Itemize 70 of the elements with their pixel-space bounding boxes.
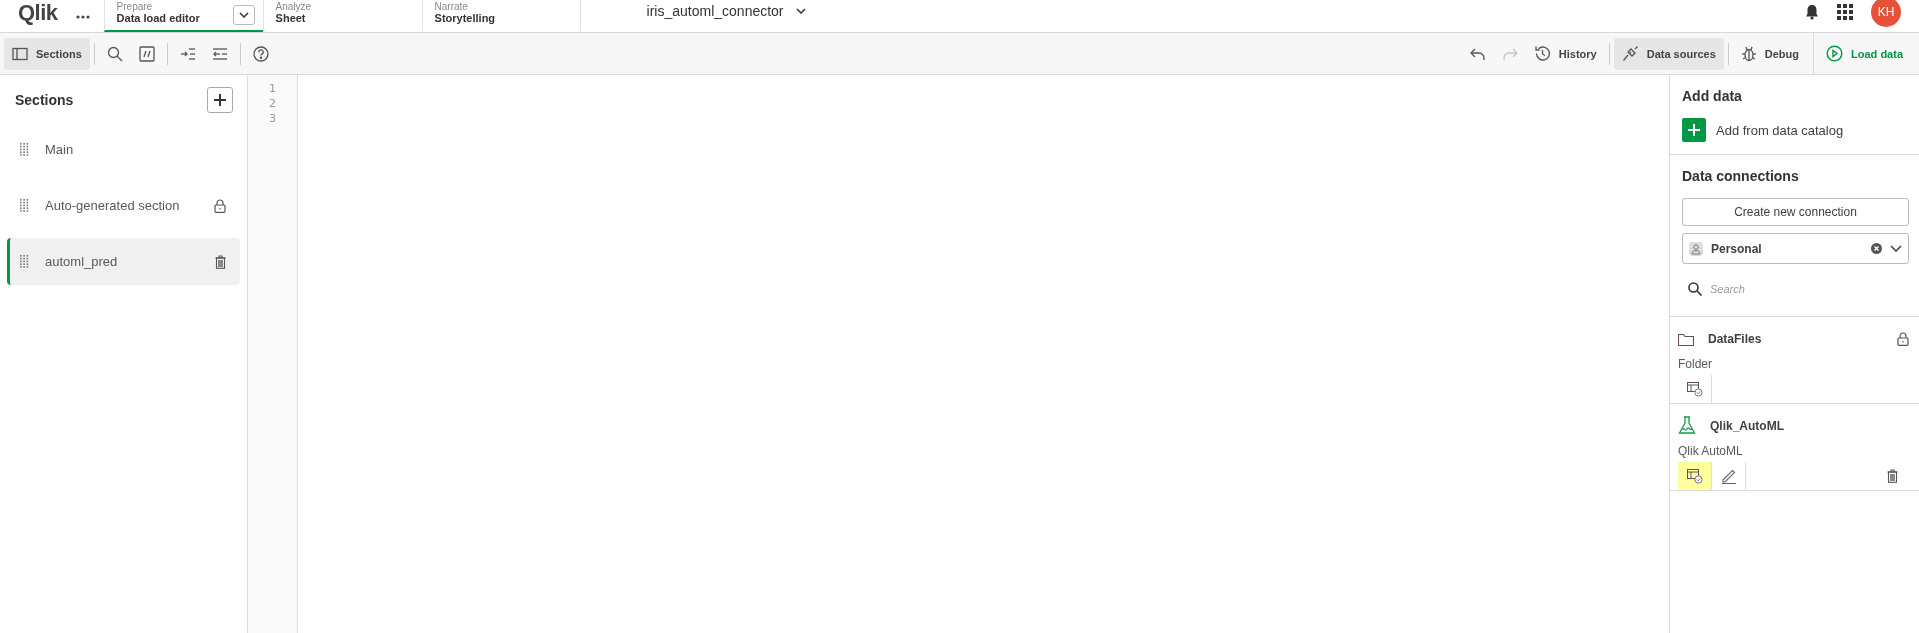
section-label: Main — [45, 142, 75, 157]
section-title: Data connections — [1682, 168, 1800, 184]
search-icon — [1688, 282, 1702, 296]
line-number: 3 — [268, 111, 277, 126]
tab-group-label: Analyze — [275, 2, 313, 12]
create-connection-button[interactable]: Create new connection — [1682, 198, 1909, 226]
toolbar-button[interactable]: Debug — [1732, 37, 1808, 70]
trash-icon — [1886, 469, 1898, 483]
chevron-down-icon — [238, 12, 249, 18]
drag-handle-icon[interactable] — [20, 199, 29, 212]
pencil-icon — [1720, 468, 1737, 484]
navigation-tab[interactable]: Analyze Sheet — [262, 0, 422, 32]
help-icon — [252, 45, 269, 62]
section-item[interactable]: Main — [7, 126, 240, 173]
play-icon — [1826, 45, 1844, 62]
logo: Qlik — [18, 0, 58, 26]
sections-icon — [12, 46, 28, 61]
panel-title: Add data — [1682, 88, 1743, 104]
app-title[interactable]: iris_automl_connector — [646, 3, 784, 19]
toolbar-button[interactable]: Sections — [4, 37, 90, 70]
connection-type: Qlik AutoML — [1678, 444, 1744, 458]
comment-icon — [138, 45, 155, 62]
space-dropdown[interactable]: Personal — [1682, 233, 1909, 264]
connection-name[interactable]: DataFiles — [1708, 332, 1883, 346]
folder-icon — [1678, 332, 1694, 346]
drag-handle-icon[interactable] — [20, 143, 29, 156]
toolbar-button[interactable]: History — [1525, 37, 1605, 70]
apps-grid-icon[interactable] — [1837, 4, 1853, 20]
tab-label: Data load editor — [116, 12, 201, 24]
search-icon — [106, 45, 123, 62]
section-item[interactable]: Auto-generated section — [7, 182, 240, 229]
table-select-icon — [1686, 381, 1703, 397]
user-avatar[interactable]: KH — [1871, 0, 1901, 27]
plug-icon — [1621, 45, 1639, 62]
indent-icon — [179, 46, 196, 61]
chevron-down-icon[interactable] — [795, 8, 806, 14]
add-from-catalog-button[interactable]: Add from data catalog — [1682, 118, 1844, 142]
dots-icon — [75, 14, 90, 19]
bell-icon[interactable] — [1805, 4, 1819, 20]
outdent-icon — [211, 46, 228, 61]
table-select-icon — [1686, 468, 1703, 484]
navigation-tab[interactable]: Narrate Storytelling — [421, 0, 581, 32]
flask-icon — [1678, 416, 1696, 436]
tab-group-label: Narrate — [434, 2, 469, 12]
add-section-button[interactable] — [207, 87, 233, 113]
section-label: automl_pred — [45, 254, 119, 269]
tab-label: Sheet — [275, 12, 307, 24]
line-number: 1 — [268, 81, 277, 96]
panel-title: Sections — [15, 92, 74, 108]
connection-name[interactable]: Qlik_AutoML — [1710, 419, 1909, 433]
line-number: 2 — [268, 96, 277, 111]
load-data-button[interactable]: Load data — [1813, 32, 1919, 75]
tab-label: Storytelling — [434, 12, 497, 24]
bug-icon — [1740, 45, 1757, 62]
user-icon — [1689, 241, 1703, 256]
chevron-down-icon — [1890, 245, 1902, 252]
toolbar-button[interactable]: Data sources — [1613, 37, 1724, 70]
clear-icon[interactable] — [1871, 243, 1882, 254]
trash-icon[interactable] — [215, 254, 226, 269]
tab-group-label: Prepare — [116, 2, 154, 12]
section-label: Auto-generated section — [45, 198, 181, 213]
plus-icon — [214, 94, 226, 106]
history-icon — [1533, 45, 1551, 62]
section-item[interactable]: automl_pred — [7, 238, 240, 285]
plus-icon — [1688, 124, 1700, 136]
connection-type: Folder — [1678, 357, 1713, 371]
drag-handle-icon[interactable] — [20, 255, 29, 268]
dropdown-button[interactable] — [232, 5, 255, 25]
table-select-button[interactable] — [1678, 462, 1712, 490]
search-field[interactable]: Search — [1708, 282, 1909, 296]
